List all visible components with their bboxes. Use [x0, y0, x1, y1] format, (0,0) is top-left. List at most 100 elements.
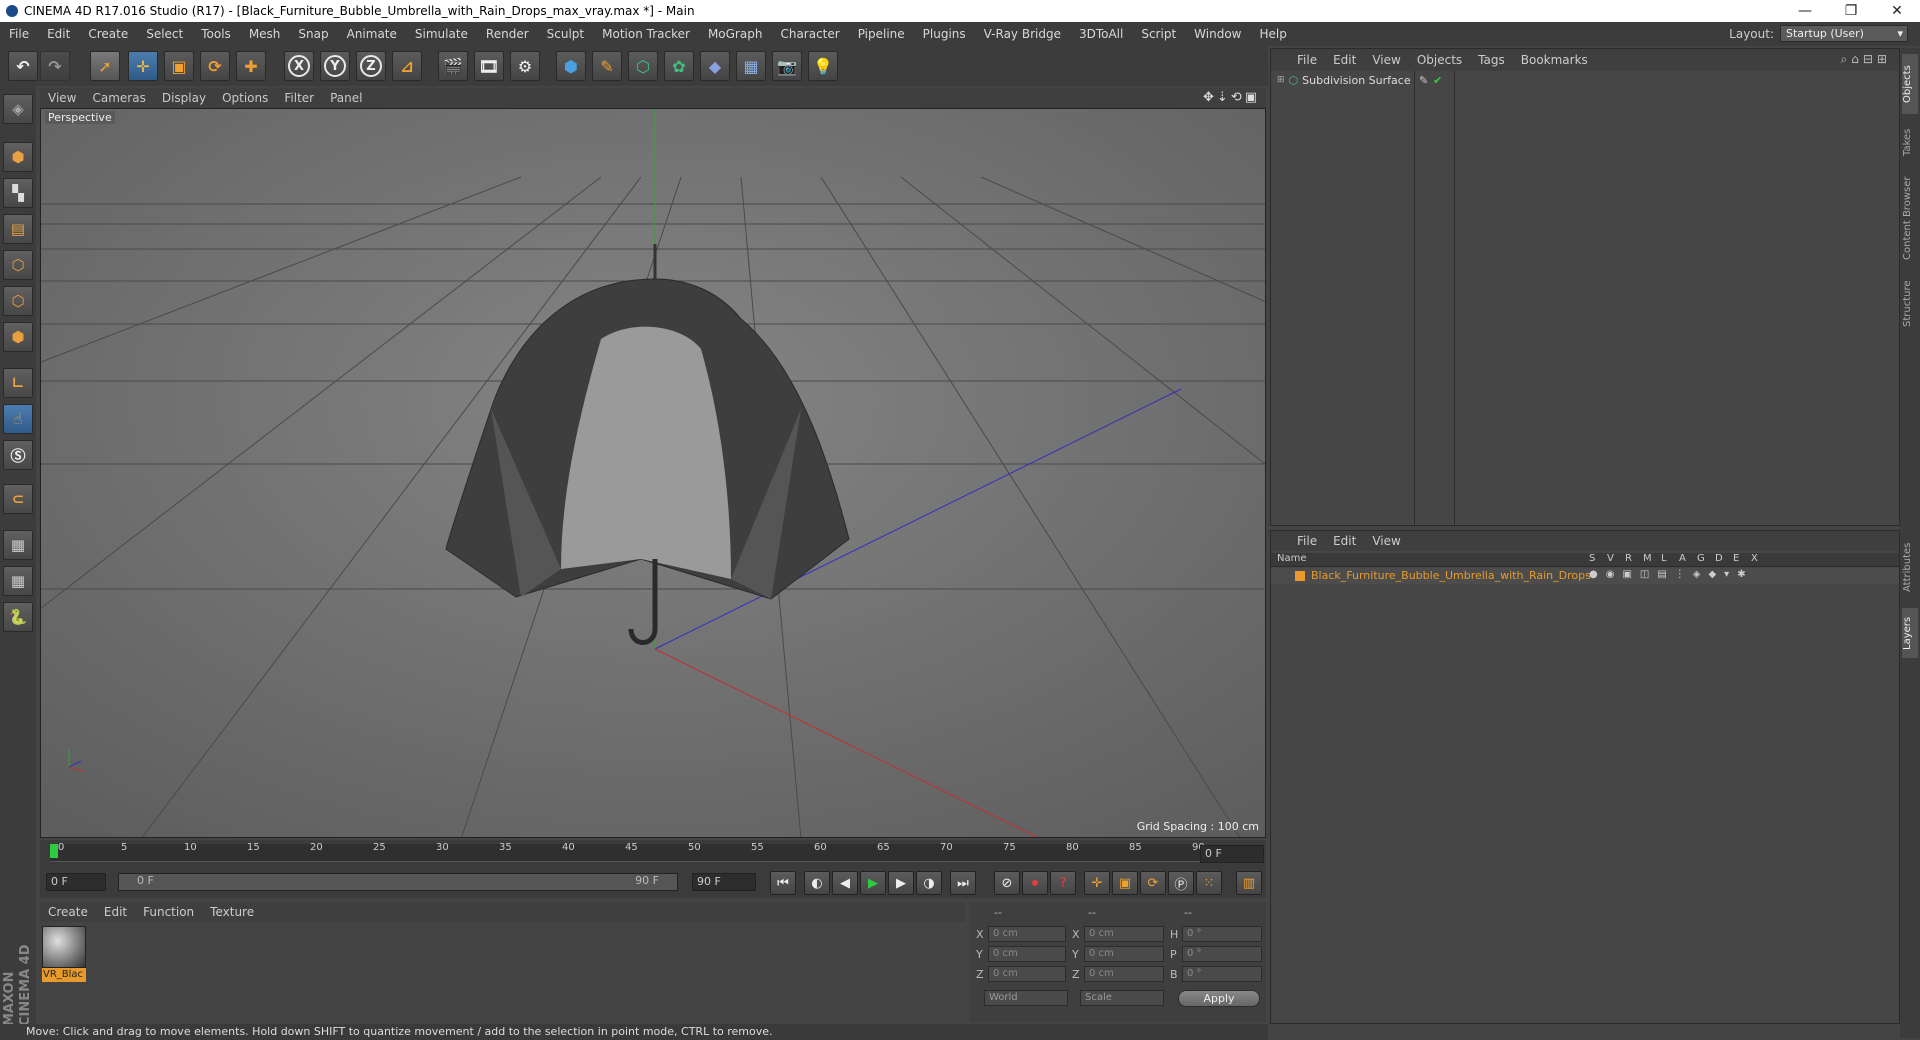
layer-row[interactable]: Black_Furniture_Bubble_Umbrella_with_Rai… [1271, 568, 1899, 584]
record-keys-button[interactable]: ⏺ [1022, 871, 1048, 895]
menu-snap[interactable]: Snap [289, 27, 337, 41]
material-menu-texture[interactable]: Texture [202, 905, 262, 919]
coord-size-z[interactable]: 0 cm [1084, 966, 1164, 982]
apply-button[interactable]: Apply [1178, 990, 1260, 1007]
objects-menu-bookmarks[interactable]: Bookmarks [1513, 53, 1596, 67]
frame-range-slider[interactable]: 0 F 90 F [118, 873, 678, 891]
coordinate-system-button[interactable]: ⊿ [392, 51, 422, 81]
close-button[interactable]: ✕ [1874, 0, 1920, 22]
object-name[interactable]: Subdivision Surface [1302, 74, 1410, 87]
col-animation[interactable]: A [1679, 553, 1686, 564]
key-parameter-button[interactable]: Ⓟ [1168, 871, 1194, 895]
menu-script[interactable]: Script [1132, 27, 1185, 41]
3d-viewport[interactable]: Perspective Grid Spacing : 100 cm [40, 108, 1266, 838]
viewport-menu-options[interactable]: Options [214, 91, 276, 105]
coord-rotation-p[interactable]: 0 ° [1182, 946, 1262, 962]
add-subdivision-button[interactable]: ⬡ [628, 51, 658, 81]
go-to-start-button[interactable]: ⏮ [770, 871, 796, 895]
tab-content-browser[interactable]: Content Browser [1902, 168, 1918, 268]
move-tool-button[interactable]: ✛ [128, 51, 158, 81]
layer-color-swatch[interactable] [1295, 571, 1305, 581]
menu-mesh[interactable]: Mesh [240, 27, 290, 41]
z-axis-lock-button[interactable]: Z [356, 51, 386, 81]
col-solo[interactable]: S [1589, 553, 1595, 564]
point-mode-button[interactable]: ⬡ [3, 250, 33, 280]
menu-animate[interactable]: Animate [338, 27, 406, 41]
col-xref[interactable]: X [1751, 553, 1758, 564]
menu-character[interactable]: Character [771, 27, 848, 41]
auto-key-button[interactable]: ? [1050, 871, 1076, 895]
redo-button[interactable]: ↷ [40, 51, 70, 81]
next-key-button[interactable]: ◑ [916, 871, 942, 895]
axis-mode-button[interactable]: ∟ [3, 368, 33, 398]
col-render[interactable]: R [1625, 553, 1632, 564]
key-pla-button[interactable]: ⁙ [1196, 871, 1222, 895]
coord-rotation-b[interactable]: 0 ° [1182, 966, 1262, 982]
render-settings-button[interactable]: ⚙ [510, 51, 540, 81]
material-menu-function[interactable]: Function [135, 905, 202, 919]
add-light-button[interactable]: 💡 [808, 51, 838, 81]
tweak-mode-button[interactable]: ☝ [3, 404, 33, 434]
viewport-navigation-icons[interactable]: ✥⇣⟲▣ [1203, 90, 1260, 105]
material-menu-edit[interactable]: Edit [96, 905, 135, 919]
render-picture-viewer-button[interactable]: 🎞 [474, 51, 504, 81]
enabled-check-icon[interactable]: ✔ [1433, 74, 1442, 87]
key-scale-button[interactable]: ▣ [1112, 871, 1138, 895]
lock-workplane-button[interactable]: ▦ [3, 530, 33, 560]
x-axis-lock-button[interactable]: X [284, 51, 314, 81]
previous-key-button[interactable]: ◐ [804, 871, 830, 895]
layer-name[interactable]: Black_Furniture_Bubble_Umbrella_with_Rai… [1311, 569, 1591, 582]
motion-path-button[interactable]: ⊘ [994, 871, 1020, 895]
camera-label[interactable]: Perspective [45, 111, 115, 124]
live-selection-button[interactable]: ✚ [236, 51, 266, 81]
col-locked[interactable]: L [1661, 553, 1667, 564]
menu-edit[interactable]: Edit [38, 27, 79, 41]
make-editable-button[interactable]: ◈ [3, 94, 33, 124]
edge-mode-button[interactable]: ⬡ [3, 286, 33, 316]
tab-structure[interactable]: Structure [1902, 274, 1918, 334]
go-to-end-button[interactable]: ⏭ [950, 871, 976, 895]
add-spline-button[interactable]: ✎ [592, 51, 622, 81]
texture-mode-button[interactable]: ▚ [3, 178, 33, 208]
rotate-tool-button[interactable]: ⟳ [200, 51, 230, 81]
menu-mograph[interactable]: MoGraph [699, 27, 772, 41]
layout-dropdown[interactable]: Startup (User) [1780, 25, 1908, 42]
menu-file[interactable]: File [0, 27, 38, 41]
render-view-button[interactable]: 🎬 [438, 51, 468, 81]
coord-rotation-h[interactable]: 0 ° [1182, 926, 1262, 942]
viewport-menu-display[interactable]: Display [154, 91, 214, 105]
current-frame-field[interactable]: 0 F [1200, 845, 1264, 863]
planar-workplane-button[interactable]: ▦ [3, 566, 33, 596]
add-cube-button[interactable]: ⬢ [556, 51, 586, 81]
add-array-button[interactable]: ✿ [664, 51, 694, 81]
coord-position-x[interactable]: 0 cm [988, 926, 1066, 942]
coord-mode-dropdown[interactable]: Scale [1080, 990, 1164, 1006]
coord-size-y[interactable]: 0 cm [1084, 946, 1164, 962]
objects-menu-file[interactable]: File [1289, 53, 1325, 67]
objects-menu-view[interactable]: View [1364, 53, 1408, 67]
menu-window[interactable]: Window [1185, 27, 1250, 41]
viewport-menu-filter[interactable]: Filter [276, 91, 322, 105]
restore-button[interactable]: ❐ [1828, 0, 1874, 22]
minimize-button[interactable]: — [1782, 0, 1828, 22]
magnet-snap-button[interactable]: ⊂ [3, 484, 33, 514]
col-generators[interactable]: G [1697, 553, 1705, 564]
objects-menu-objects[interactable]: Objects [1409, 53, 1470, 67]
y-axis-lock-button[interactable]: Y [320, 51, 350, 81]
menu-plugins[interactable]: Plugins [914, 27, 975, 41]
coord-position-z[interactable]: 0 cm [988, 966, 1066, 982]
layers-menu-file[interactable]: File [1289, 534, 1325, 548]
col-expressions[interactable]: E [1733, 553, 1739, 564]
timeline-window-button[interactable]: ▥ [1236, 871, 1262, 895]
objects-menu-tags[interactable]: Tags [1470, 53, 1513, 67]
viewport-menu-view[interactable]: View [40, 91, 84, 105]
menu-vray-bridge[interactable]: V-Ray Bridge [975, 27, 1070, 41]
python-button[interactable]: 🐍 [3, 602, 33, 632]
tab-attributes[interactable]: Attributes [1902, 532, 1918, 602]
solo-button[interactable]: Ⓢ [3, 440, 33, 470]
col-view[interactable]: V [1607, 553, 1614, 564]
edit-flag-icon[interactable]: ✎ [1419, 74, 1428, 87]
add-camera-button[interactable]: 📷 [772, 51, 802, 81]
layer-flag-icons[interactable]: ●◉▣◫▤⋮◈◆▾✱ [1589, 569, 1754, 580]
menu-3dtoall[interactable]: 3DToAll [1070, 27, 1132, 41]
